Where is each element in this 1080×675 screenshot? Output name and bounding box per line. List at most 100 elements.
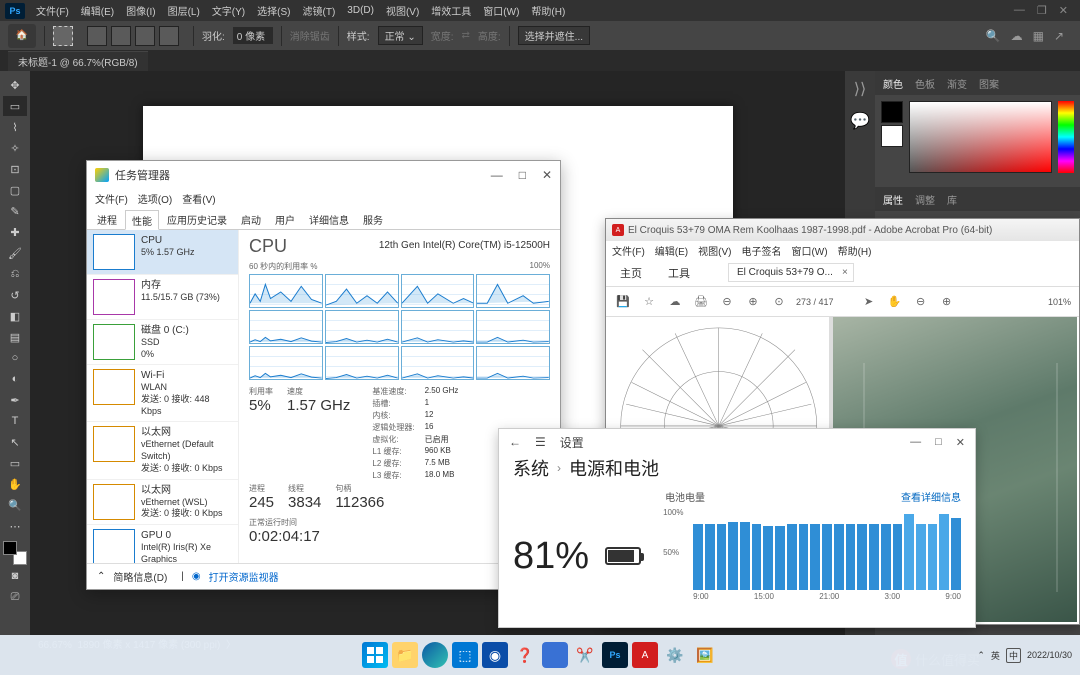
- select-mask-button[interactable]: 选择并遮住...: [518, 26, 590, 45]
- selection-new-icon[interactable]: [87, 26, 107, 46]
- acro-menu-help[interactable]: 帮助(H): [838, 243, 872, 258]
- ps-taskbar-icon[interactable]: Ps: [602, 642, 628, 668]
- acro-menu-window[interactable]: 窗口(W): [791, 243, 827, 258]
- zoom-in-icon[interactable]: ⊕: [744, 293, 762, 311]
- set-maximize-icon[interactable]: □: [935, 436, 942, 449]
- lasso-tool-icon[interactable]: ⌇: [3, 117, 27, 137]
- tm-tab-details[interactable]: 详细信息: [303, 210, 355, 229]
- tm-side--0-c-[interactable]: 磁盘 0 (C:)SSD 0%: [87, 320, 238, 365]
- battery-details-link[interactable]: 查看详细信息: [901, 489, 961, 504]
- marquee-tool-icon[interactable]: ▭: [3, 96, 27, 116]
- eyedropper-tool-icon[interactable]: ✎: [3, 201, 27, 221]
- menu-icon[interactable]: ☰: [535, 435, 546, 449]
- acro-home-tab[interactable]: 主页: [612, 261, 650, 285]
- ps-menu-layer[interactable]: 图层(L): [162, 3, 206, 18]
- ps-menu-select[interactable]: 选择(S): [251, 3, 296, 18]
- brief-info-link[interactable]: 简略信息(D): [113, 569, 167, 584]
- ps-menu-help[interactable]: 帮助(H): [525, 3, 571, 18]
- acro-menu-sign[interactable]: 电子签名: [741, 243, 781, 258]
- tm-tab-startup[interactable]: 启动: [235, 210, 267, 229]
- gradients-tab[interactable]: 渐变: [947, 76, 967, 91]
- color-fg-swatch[interactable]: [881, 101, 903, 123]
- resmon-link[interactable]: 打开资源监视器: [209, 569, 279, 584]
- tm-tab-performance[interactable]: 性能: [125, 210, 159, 230]
- ps-menu-filter[interactable]: 滤镜(T): [297, 3, 342, 18]
- pan-hand-icon[interactable]: ✋: [886, 293, 904, 311]
- settings-window[interactable]: ← ☰ 设置 — □ ✕ 系统 › 电源和电池 81% 电池电量 查看详细信息 …: [498, 428, 976, 628]
- acro-tools-tab[interactable]: 工具: [660, 261, 698, 285]
- tm-minimize-icon[interactable]: —: [491, 168, 503, 182]
- print-icon[interactable]: 🖨: [692, 293, 710, 311]
- shape-tool-icon[interactable]: ▭: [3, 453, 27, 473]
- acrobat-taskbar-icon[interactable]: A: [632, 642, 658, 668]
- stamp-tool-icon[interactable]: ⎌: [3, 264, 27, 284]
- selection-subtract-icon[interactable]: [135, 26, 155, 46]
- tm-tab-apphistory[interactable]: 应用历史记录: [161, 210, 233, 229]
- tm-tab-users[interactable]: 用户: [269, 210, 301, 229]
- screenmode-icon[interactable]: ⎚: [3, 587, 27, 607]
- dodge-tool-icon[interactable]: ◐: [3, 369, 27, 389]
- document-tab[interactable]: 未标题-1 @ 66.7%(RGB/8): [8, 51, 148, 71]
- color-tab[interactable]: 颜色: [883, 76, 903, 91]
- tm-tab-services[interactable]: 服务: [357, 210, 389, 229]
- adjustments-tab[interactable]: 调整: [915, 192, 935, 207]
- ps-menu-window[interactable]: 窗口(W): [477, 3, 525, 18]
- ps-minimize-icon[interactable]: —: [1014, 4, 1025, 17]
- set-close-icon[interactable]: ✕: [956, 436, 965, 449]
- selection-intersect-icon[interactable]: [159, 26, 179, 46]
- lang-indicator[interactable]: 英: [991, 649, 1000, 662]
- share-icon[interactable]: ↗: [1054, 29, 1064, 43]
- color-bg-swatch[interactable]: [881, 125, 903, 147]
- ime-indicator[interactable]: 中: [1006, 648, 1021, 663]
- store-icon[interactable]: ⬚: [452, 642, 478, 668]
- type-tool-icon[interactable]: T: [3, 411, 27, 431]
- heal-tool-icon[interactable]: ✚: [3, 222, 27, 242]
- quickmask-icon[interactable]: ◙: [3, 566, 27, 586]
- more-tools-icon[interactable]: ⋯: [3, 516, 27, 536]
- snip-icon[interactable]: ✂️: [572, 642, 598, 668]
- style-select[interactable]: 正常 ⌄: [378, 26, 423, 45]
- history-brush-icon[interactable]: ↺: [3, 285, 27, 305]
- edge-icon[interactable]: [422, 642, 448, 668]
- ps-menu-file[interactable]: 文件(F): [30, 3, 75, 18]
- set-minimize-icon[interactable]: —: [910, 436, 921, 449]
- ps-menu-image[interactable]: 图像(I): [120, 3, 161, 18]
- app-icon-2[interactable]: ❓: [512, 642, 538, 668]
- selection-add-icon[interactable]: [111, 26, 131, 46]
- zoom-out-icon[interactable]: ⊖: [718, 293, 736, 311]
- frame-tool-icon[interactable]: ▢: [3, 180, 27, 200]
- task-manager-window[interactable]: 任务管理器 — □ ✕ 文件(F) 选项(O) 查看(V) 进程 性能 应用历史…: [86, 160, 561, 590]
- tm-side-gpu-0[interactable]: GPU 0Intel(R) Iris(R) Xe Graphics 5%: [87, 525, 238, 563]
- pen-tool-icon[interactable]: ✒: [3, 390, 27, 410]
- tm-menu-view[interactable]: 查看(V): [182, 191, 215, 206]
- acro-menu-view[interactable]: 视图(V): [698, 243, 731, 258]
- brush-tool-icon[interactable]: 🖌: [3, 243, 27, 263]
- image-taskbar-icon[interactable]: 🖼️: [692, 642, 718, 668]
- app-icon-3[interactable]: [542, 642, 568, 668]
- libraries-tab[interactable]: 库: [947, 192, 957, 207]
- select-arrow-icon[interactable]: ➤: [860, 293, 878, 311]
- tm-menu-file[interactable]: 文件(F): [95, 191, 128, 206]
- zoom-value[interactable]: 101%: [1048, 297, 1071, 307]
- ps-menu-type[interactable]: 文字(Y): [206, 3, 251, 18]
- breadcrumb-system[interactable]: 系统: [513, 455, 549, 481]
- ps-menu-plugins[interactable]: 增效工具: [425, 3, 477, 18]
- back-icon[interactable]: ←: [509, 435, 521, 449]
- clock-date[interactable]: 2022/10/30: [1027, 650, 1072, 660]
- workspace-icon[interactable]: ▦: [1033, 29, 1044, 43]
- zoom-tool-icon[interactable]: 🔍: [3, 495, 27, 515]
- ps-menu-edit[interactable]: 编辑(E): [75, 3, 120, 18]
- eraser-tool-icon[interactable]: ◧: [3, 306, 27, 326]
- feather-input[interactable]: 0 像素: [233, 27, 273, 44]
- page-down-icon[interactable]: ⊙: [770, 293, 788, 311]
- path-tool-icon[interactable]: ↖: [3, 432, 27, 452]
- tm-menu-options[interactable]: 选项(O): [138, 191, 172, 206]
- color-swatch[interactable]: [3, 541, 27, 565]
- tm-close-icon[interactable]: ✕: [542, 168, 552, 182]
- properties-tab[interactable]: 属性: [883, 192, 903, 207]
- marquee-icon[interactable]: [53, 26, 73, 46]
- color-field[interactable]: [909, 101, 1052, 173]
- zoomin2-icon[interactable]: ⊕: [938, 293, 956, 311]
- zoomout2-icon[interactable]: ⊖: [912, 293, 930, 311]
- tm-side--[interactable]: 内存11.5/15.7 GB (73%): [87, 275, 238, 320]
